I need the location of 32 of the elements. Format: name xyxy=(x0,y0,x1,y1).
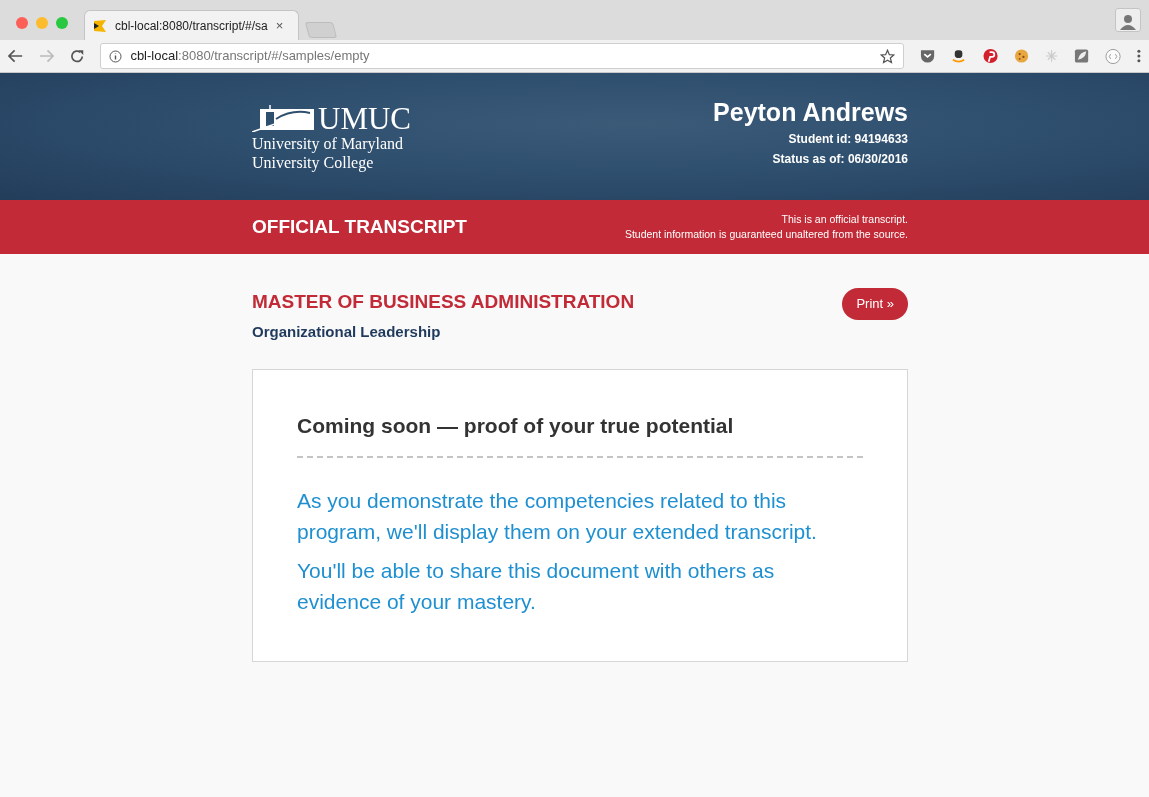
info-icon[interactable] xyxy=(109,49,123,63)
pin-icon[interactable] xyxy=(982,48,998,64)
notice-paragraph: As you demonstrate the competencies related to this program, we'll display them on your extended transcript. xyxy=(297,487,818,545)
student-name: Peyton Andrews xyxy=(713,97,908,127)
back-icon[interactable] xyxy=(8,49,24,63)
notice-paragraph: You'll be able to share this document with others as evidence of your mastery. xyxy=(297,557,776,615)
star-icon[interactable] xyxy=(880,48,896,64)
notice-heading: Coming soon — proof of your true potential xyxy=(297,410,863,458)
close-tab-icon[interactable]: × xyxy=(275,15,284,36)
banner-note: This is an official transcript. xyxy=(780,212,908,227)
banner-note: Student information is guaranteed unaltered from the source. xyxy=(624,227,908,242)
logo-wordmark: UMUC xyxy=(318,103,411,134)
url-text: cbl-local:8080/transcript/#/samples/empty xyxy=(130,47,370,66)
logo-text: University College xyxy=(252,153,375,172)
close-window-icon[interactable] xyxy=(16,17,28,29)
pocket-icon[interactable] xyxy=(920,49,936,63)
profile-button[interactable] xyxy=(1115,8,1141,32)
specialization: Organizational Leadership xyxy=(252,321,442,342)
reload-icon[interactable] xyxy=(70,48,85,64)
transcript-title: OFFICIAL TRANSCRIPT xyxy=(252,214,467,239)
status-date: Status as of: 06/30/2016 xyxy=(771,151,908,168)
address-bar[interactable]: cbl-local:8080/transcript/#/samples/empty xyxy=(100,43,905,69)
logo-icon xyxy=(252,105,314,132)
browser-tab[interactable]: cbl-local:8080/transcript/#/sa × xyxy=(84,10,299,40)
student-id: Student id: 94194633 xyxy=(787,131,908,148)
menu-icon[interactable] xyxy=(1137,49,1141,63)
extension-icon[interactable] xyxy=(1105,47,1122,65)
favicon-icon xyxy=(93,18,107,33)
print-button[interactable]: Print » xyxy=(842,288,908,320)
degree-title: MASTER OF BUSINESS ADMINISTRATION xyxy=(252,290,635,314)
cookie-icon[interactable] xyxy=(1013,48,1029,64)
logo-text: University of Maryland xyxy=(252,134,405,153)
